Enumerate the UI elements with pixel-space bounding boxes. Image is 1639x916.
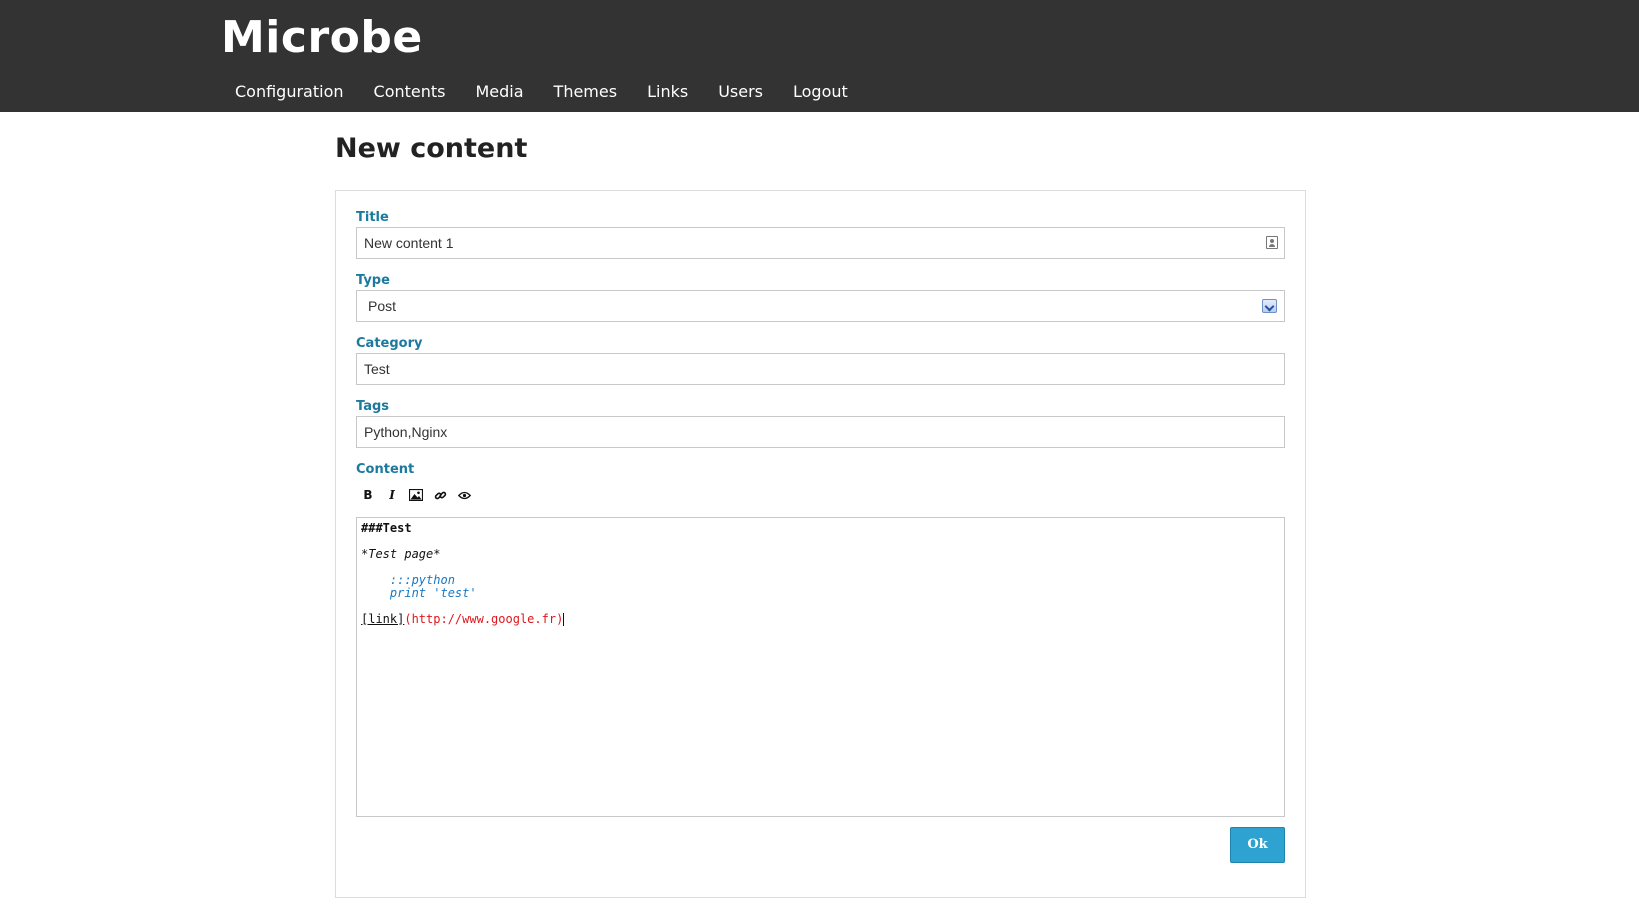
nav-item-contents[interactable]: Contents: [359, 70, 461, 112]
editor-toolbar: B I: [356, 485, 476, 505]
tags-input[interactable]: Python,Nginx: [356, 416, 1285, 448]
chevron-down-icon[interactable]: [1262, 299, 1277, 313]
content-editor[interactable]: ###Test *Test page* :::python print 'tes…: [356, 517, 1285, 817]
category-input-value: Test: [364, 361, 390, 377]
tags-input-value: Python,Nginx: [364, 424, 448, 440]
nav-item-logout[interactable]: Logout: [778, 70, 863, 112]
link-icon[interactable]: [428, 485, 452, 505]
bold-icon[interactable]: B: [356, 485, 380, 505]
editor-link-text: [link]: [361, 612, 405, 626]
nav-item-themes[interactable]: Themes: [539, 70, 633, 112]
editor-emphasis-line: *Test page*: [361, 547, 441, 561]
title-input-value: New content 1: [364, 235, 454, 251]
tags-label: Tags: [356, 399, 390, 414]
image-icon[interactable]: [404, 485, 428, 505]
editor-code-line-2: print 'test': [361, 586, 477, 600]
nav-item-users[interactable]: Users: [703, 70, 778, 112]
italic-icon[interactable]: I: [380, 485, 404, 505]
type-label: Type: [356, 273, 390, 288]
ok-button[interactable]: Ok: [1230, 827, 1285, 863]
type-select[interactable]: Post: [356, 290, 1285, 322]
title-input[interactable]: New content 1: [356, 227, 1285, 259]
editor-link-line: [link](http://www.google.fr): [361, 613, 1280, 626]
contact-card-icon[interactable]: [1266, 236, 1278, 249]
eye-icon[interactable]: [452, 485, 476, 505]
text-caret: [563, 613, 565, 626]
nav-item-configuration[interactable]: Configuration: [220, 70, 359, 112]
category-label: Category: [356, 336, 423, 351]
brand-logo[interactable]: Microbe: [221, 12, 423, 63]
nav-item-links[interactable]: Links: [632, 70, 703, 112]
top-navbar: Microbe Configuration Contents Media The…: [0, 0, 1639, 112]
editor-code-line-1: :::python: [361, 573, 455, 587]
editor-link-url: (http://www.google.fr): [404, 612, 564, 626]
nav-item-media[interactable]: Media: [460, 70, 538, 112]
page-title: New content: [335, 133, 528, 164]
title-label: Title: [356, 210, 389, 225]
content-form-panel: Title New content 1 Type Post Category T…: [335, 190, 1306, 898]
category-input[interactable]: Test: [356, 353, 1285, 385]
main-nav: Configuration Contents Media Themes Link…: [220, 70, 863, 112]
content-label: Content: [356, 462, 415, 477]
editor-heading-line: ###Test: [361, 521, 412, 535]
type-select-value: Post: [368, 298, 397, 314]
